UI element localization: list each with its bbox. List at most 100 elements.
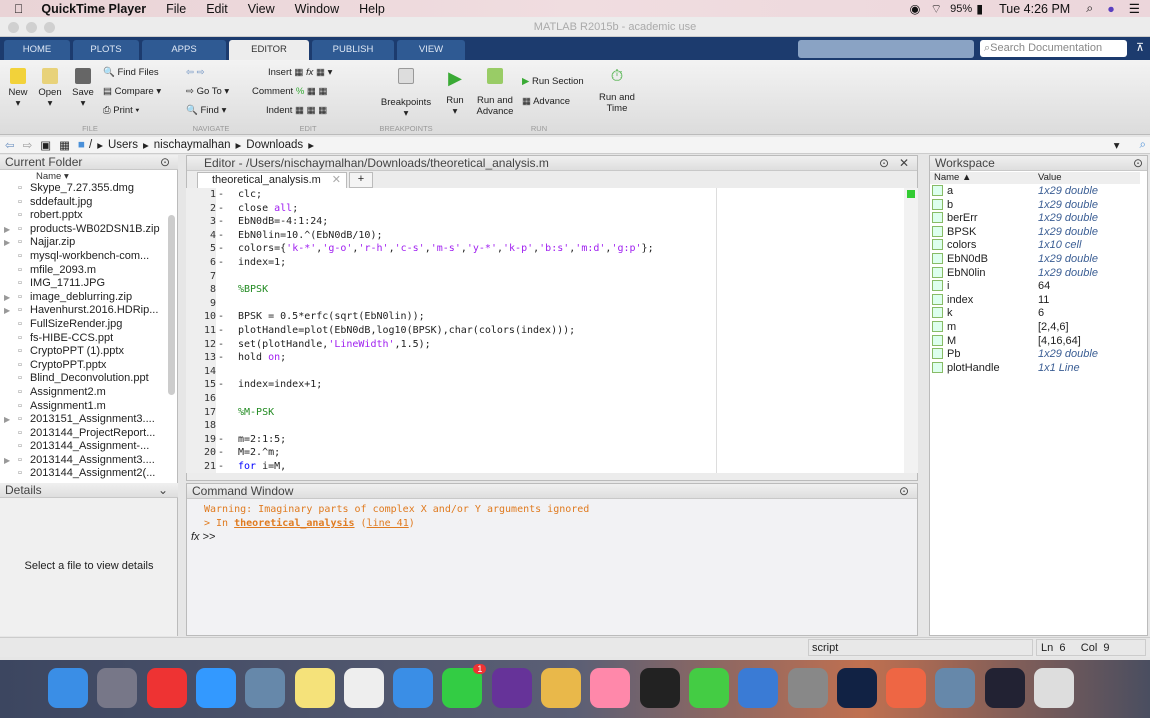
code-line[interactable]: 9 xyxy=(186,296,904,311)
numbers-icon[interactable] xyxy=(688,668,729,708)
workspace-variable[interactable]: Pb 1x29 double xyxy=(930,348,1140,362)
browse-folder-icon[interactable]: ▦ xyxy=(59,138,70,152)
trash-icon[interactable] xyxy=(1034,668,1074,708)
tab-publish[interactable]: PUBLISH xyxy=(312,40,394,60)
run-and-advance-button[interactable]: Run and Advance xyxy=(474,68,516,117)
file-item[interactable]: ▫ robert.pptx xyxy=(0,209,168,223)
quicktime-icon[interactable] xyxy=(984,668,1025,708)
code-line[interactable]: 1- clc; xyxy=(186,188,904,202)
line-number[interactable]: 13 xyxy=(186,351,216,365)
workspace-variable[interactable]: BPSK 1x29 double xyxy=(930,225,1140,240)
print-button[interactable]: ⎙ Print ▾ xyxy=(103,105,139,116)
line-number[interactable]: 4 xyxy=(186,228,216,243)
file-item[interactable]: ▶ ▫ image_deblurring.zip xyxy=(0,291,168,305)
panel-menu-icon[interactable]: ⊙ xyxy=(1133,156,1143,171)
file-item[interactable]: ▶ ▫ Havenhurst.2016.HDRip... xyxy=(0,304,168,318)
breakpoint-marker[interactable]: - xyxy=(218,310,224,324)
line-number[interactable]: 5 xyxy=(186,242,216,256)
workspace-variable[interactable]: plotHandle 1x1 Line xyxy=(930,361,1140,376)
workspace-variable[interactable]: a 1x29 double xyxy=(930,185,1140,199)
workspace-variable[interactable]: k6 xyxy=(930,307,1140,321)
expand-icon[interactable]: ▶ xyxy=(0,304,18,318)
file-item[interactable]: ▫ Blind_Deconvolution.ppt xyxy=(0,372,168,386)
line-number[interactable]: 15 xyxy=(186,378,216,392)
breakpoint-marker[interactable]: - xyxy=(218,446,224,460)
code-line[interactable]: 6- index=1; xyxy=(186,255,904,270)
folder-scrollbar[interactable] xyxy=(168,215,175,395)
file-item[interactable]: ▫ CryptoPPT (1).pptx xyxy=(0,345,168,359)
run-and-time-button[interactable]: ⏱ Run and Time xyxy=(596,68,638,114)
spotlight-icon[interactable]: ⌕ xyxy=(1086,1,1093,16)
chevron-down-icon[interactable]: ⌄ xyxy=(158,483,168,498)
code-line[interactable]: 8 %BPSK xyxy=(186,283,904,297)
address-dropdown-icon[interactable]: ▾ xyxy=(1114,138,1120,152)
workspace-variable[interactable]: EbN0lin 1x29 double xyxy=(930,266,1140,281)
line-number[interactable]: 11 xyxy=(186,323,216,338)
steam-icon[interactable] xyxy=(836,668,877,708)
file-item[interactable]: ▶ ▫ products-WB02DSN1B.zip xyxy=(0,223,168,237)
reminders-icon[interactable] xyxy=(343,668,384,708)
breakpoints-button[interactable]: Breakpoints ▾ xyxy=(378,68,434,119)
close-icon[interactable]: ✕ xyxy=(899,156,909,171)
code-editor[interactable]: 1- clc; 2- close all; 3- EbN0dB=-4:1:24; 4- EbN… xyxy=(186,188,904,474)
code-line[interactable]: 21- for i=M, xyxy=(186,459,904,474)
code-line[interactable]: 2- close all; xyxy=(186,201,904,216)
line-number[interactable]: 21 xyxy=(186,459,216,474)
panel-menu-icon[interactable]: ⊙ xyxy=(879,156,889,171)
code-line[interactable]: 16 xyxy=(186,391,904,406)
breakpoint-marker[interactable]: - xyxy=(218,324,224,338)
code-line[interactable]: 4- EbN0lin=10.^(EbN0dB/10); xyxy=(186,228,904,243)
advance-button[interactable]: ▦ Advance xyxy=(522,96,570,107)
code-line[interactable]: 3- EbN0dB=-4:1:24; xyxy=(186,215,904,229)
breadcrumb-downloads[interactable]: Downloads xyxy=(246,139,303,151)
close-tab-icon[interactable]: ✕ xyxy=(332,173,341,188)
line-number[interactable]: 20 xyxy=(186,446,216,460)
file-item[interactable]: ▫ 2013144_Assignment2(... xyxy=(0,467,168,481)
siri-icon[interactable]: ● xyxy=(1107,2,1115,16)
launchpad-icon[interactable] xyxy=(97,668,138,708)
breakpoint-marker[interactable]: - xyxy=(218,433,224,447)
file-item[interactable]: ▫ sddefault.jpg xyxy=(0,196,168,210)
forward-icon[interactable]: ⇨ xyxy=(23,138,33,152)
expand-icon[interactable]: ▶ xyxy=(0,413,18,427)
breakpoint-marker[interactable]: - xyxy=(218,229,224,243)
terminal-icon[interactable] xyxy=(639,668,680,708)
safari-icon[interactable] xyxy=(195,668,236,708)
messages-icon[interactable] xyxy=(393,668,434,708)
code-line[interactable]: 19- m=2:1:5; xyxy=(186,432,904,447)
code-line[interactable]: 15- index=index+1; xyxy=(186,378,904,392)
indent-button[interactable]: Indent ▦ ▦ ▦ xyxy=(266,105,327,116)
file-item[interactable]: ▶ ▫ 2013151_Assignment3.... xyxy=(0,413,168,427)
value-column-header[interactable]: Value xyxy=(1038,172,1062,183)
expand-icon[interactable]: ▶ xyxy=(0,236,18,250)
breakpoint-marker[interactable]: - xyxy=(218,188,224,202)
file-item[interactable]: ▫ FullSizeRender.jpg xyxy=(0,318,168,332)
new-tab-button[interactable]: + xyxy=(349,172,373,188)
file-item[interactable]: ▶ ▫ 2013144_Assignment3.... xyxy=(0,454,168,468)
line-number[interactable]: 10 xyxy=(186,310,216,324)
address-bar[interactable]: ⇦ ⇨ ▣ ▦ ■ / ▸ Users ▸ nischaymalhan ▸ Downl… xyxy=(0,137,1150,154)
breadcrumb-user[interactable]: nischaymalhan xyxy=(154,139,231,151)
code-line[interactable]: 17 %M-PSK xyxy=(186,405,904,420)
menu-view[interactable]: View xyxy=(248,2,275,16)
zoom-window-button[interactable] xyxy=(44,22,55,33)
menu-help[interactable]: Help xyxy=(359,2,385,16)
comment-button[interactable]: Comment % ▦ ▦ xyxy=(252,86,328,97)
code-line[interactable]: 14 xyxy=(186,364,904,379)
breakpoint-marker[interactable]: - xyxy=(218,351,224,365)
wifi-icon[interactable]: ⌔ xyxy=(930,1,942,17)
chrome-icon[interactable] xyxy=(146,668,187,708)
line-number[interactable]: 8 xyxy=(186,283,216,297)
mail-icon[interactable] xyxy=(245,668,286,708)
workspace-variable[interactable]: index 11 xyxy=(930,293,1140,308)
search-documentation-input[interactable]: ⌕Search Documentation xyxy=(980,40,1127,57)
editor-scrollbar[interactable] xyxy=(904,188,918,473)
menu-edit[interactable]: Edit xyxy=(206,2,228,16)
tab-home[interactable]: HOME xyxy=(4,40,70,60)
compare-button[interactable]: ▤ Compare ▾ xyxy=(103,86,161,97)
back-icon[interactable]: ⇦ xyxy=(5,138,15,152)
line-number[interactable]: 7 xyxy=(186,269,216,284)
workspace-variable[interactable]: M [4,16,64] xyxy=(930,334,1140,349)
line-number[interactable]: 1 xyxy=(186,188,216,202)
run-section-button[interactable]: ▶ Run Section xyxy=(522,76,584,87)
